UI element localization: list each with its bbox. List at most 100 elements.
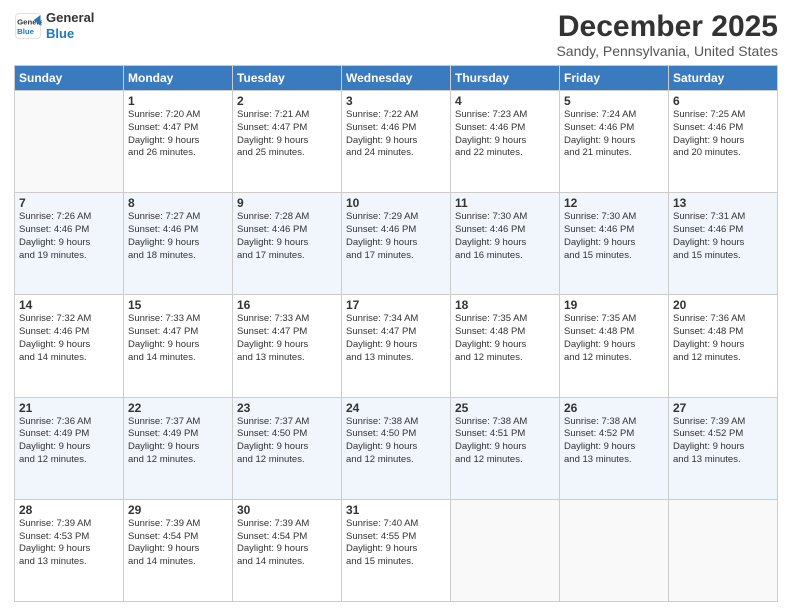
day-info: Sunrise: 7:39 AMSunset: 4:54 PMDaylight:… bbox=[237, 518, 337, 569]
day-info: Sunrise: 7:37 AMSunset: 4:50 PMDaylight:… bbox=[237, 416, 337, 467]
calendar-cell bbox=[560, 499, 669, 601]
day-number: 12 bbox=[564, 196, 664, 210]
day-number: 15 bbox=[128, 298, 228, 312]
weekday-header: Monday bbox=[124, 66, 233, 91]
day-info: Sunrise: 7:22 AMSunset: 4:46 PMDaylight:… bbox=[346, 109, 446, 160]
calendar-cell: 3Sunrise: 7:22 AMSunset: 4:46 PMDaylight… bbox=[342, 91, 451, 193]
day-info: Sunrise: 7:39 AMSunset: 4:53 PMDaylight:… bbox=[19, 518, 119, 569]
calendar-cell: 13Sunrise: 7:31 AMSunset: 4:46 PMDayligh… bbox=[669, 193, 778, 295]
day-info: Sunrise: 7:34 AMSunset: 4:47 PMDaylight:… bbox=[346, 313, 446, 364]
weekday-header: Wednesday bbox=[342, 66, 451, 91]
day-number: 31 bbox=[346, 503, 446, 517]
day-info: Sunrise: 7:35 AMSunset: 4:48 PMDaylight:… bbox=[455, 313, 555, 364]
day-info: Sunrise: 7:23 AMSunset: 4:46 PMDaylight:… bbox=[455, 109, 555, 160]
weekday-header: Thursday bbox=[451, 66, 560, 91]
day-number: 8 bbox=[128, 196, 228, 210]
day-number: 9 bbox=[237, 196, 337, 210]
calendar-week-row: 7Sunrise: 7:26 AMSunset: 4:46 PMDaylight… bbox=[15, 193, 778, 295]
calendar-week-row: 14Sunrise: 7:32 AMSunset: 4:46 PMDayligh… bbox=[15, 295, 778, 397]
day-info: Sunrise: 7:31 AMSunset: 4:46 PMDaylight:… bbox=[673, 211, 773, 262]
day-number: 1 bbox=[128, 94, 228, 108]
calendar-cell: 16Sunrise: 7:33 AMSunset: 4:47 PMDayligh… bbox=[233, 295, 342, 397]
day-info: Sunrise: 7:40 AMSunset: 4:55 PMDaylight:… bbox=[346, 518, 446, 569]
calendar-cell: 26Sunrise: 7:38 AMSunset: 4:52 PMDayligh… bbox=[560, 397, 669, 499]
day-info: Sunrise: 7:30 AMSunset: 4:46 PMDaylight:… bbox=[564, 211, 664, 262]
title-block: December 2025 Sandy, Pennsylvania, Unite… bbox=[556, 10, 778, 59]
calendar-cell: 6Sunrise: 7:25 AMSunset: 4:46 PMDaylight… bbox=[669, 91, 778, 193]
calendar-cell: 4Sunrise: 7:23 AMSunset: 4:46 PMDaylight… bbox=[451, 91, 560, 193]
day-number: 7 bbox=[19, 196, 119, 210]
calendar-cell: 5Sunrise: 7:24 AMSunset: 4:46 PMDaylight… bbox=[560, 91, 669, 193]
calendar-cell: 22Sunrise: 7:37 AMSunset: 4:49 PMDayligh… bbox=[124, 397, 233, 499]
calendar-cell: 19Sunrise: 7:35 AMSunset: 4:48 PMDayligh… bbox=[560, 295, 669, 397]
page: General Blue General Blue December 2025 … bbox=[0, 0, 792, 612]
day-info: Sunrise: 7:39 AMSunset: 4:52 PMDaylight:… bbox=[673, 416, 773, 467]
calendar-table: SundayMondayTuesdayWednesdayThursdayFrid… bbox=[14, 65, 778, 602]
calendar-cell: 23Sunrise: 7:37 AMSunset: 4:50 PMDayligh… bbox=[233, 397, 342, 499]
calendar-cell: 8Sunrise: 7:27 AMSunset: 4:46 PMDaylight… bbox=[124, 193, 233, 295]
day-number: 14 bbox=[19, 298, 119, 312]
calendar-cell: 30Sunrise: 7:39 AMSunset: 4:54 PMDayligh… bbox=[233, 499, 342, 601]
day-number: 30 bbox=[237, 503, 337, 517]
day-number: 28 bbox=[19, 503, 119, 517]
day-number: 4 bbox=[455, 94, 555, 108]
day-info: Sunrise: 7:36 AMSunset: 4:48 PMDaylight:… bbox=[673, 313, 773, 364]
day-number: 26 bbox=[564, 401, 664, 415]
day-number: 22 bbox=[128, 401, 228, 415]
day-number: 24 bbox=[346, 401, 446, 415]
logo-icon: General Blue bbox=[14, 12, 42, 40]
calendar-cell: 11Sunrise: 7:30 AMSunset: 4:46 PMDayligh… bbox=[451, 193, 560, 295]
day-info: Sunrise: 7:26 AMSunset: 4:46 PMDaylight:… bbox=[19, 211, 119, 262]
day-number: 17 bbox=[346, 298, 446, 312]
day-number: 2 bbox=[237, 94, 337, 108]
day-info: Sunrise: 7:25 AMSunset: 4:46 PMDaylight:… bbox=[673, 109, 773, 160]
calendar-cell: 1Sunrise: 7:20 AMSunset: 4:47 PMDaylight… bbox=[124, 91, 233, 193]
calendar-cell bbox=[15, 91, 124, 193]
calendar-cell: 29Sunrise: 7:39 AMSunset: 4:54 PMDayligh… bbox=[124, 499, 233, 601]
calendar-cell: 2Sunrise: 7:21 AMSunset: 4:47 PMDaylight… bbox=[233, 91, 342, 193]
day-info: Sunrise: 7:37 AMSunset: 4:49 PMDaylight:… bbox=[128, 416, 228, 467]
day-info: Sunrise: 7:33 AMSunset: 4:47 PMDaylight:… bbox=[128, 313, 228, 364]
day-info: Sunrise: 7:28 AMSunset: 4:46 PMDaylight:… bbox=[237, 211, 337, 262]
day-number: 20 bbox=[673, 298, 773, 312]
header: General Blue General Blue December 2025 … bbox=[14, 10, 778, 59]
calendar-cell: 14Sunrise: 7:32 AMSunset: 4:46 PMDayligh… bbox=[15, 295, 124, 397]
day-info: Sunrise: 7:27 AMSunset: 4:46 PMDaylight:… bbox=[128, 211, 228, 262]
calendar-cell: 31Sunrise: 7:40 AMSunset: 4:55 PMDayligh… bbox=[342, 499, 451, 601]
calendar-cell: 24Sunrise: 7:38 AMSunset: 4:50 PMDayligh… bbox=[342, 397, 451, 499]
day-info: Sunrise: 7:38 AMSunset: 4:50 PMDaylight:… bbox=[346, 416, 446, 467]
day-info: Sunrise: 7:33 AMSunset: 4:47 PMDaylight:… bbox=[237, 313, 337, 364]
calendar-cell: 27Sunrise: 7:39 AMSunset: 4:52 PMDayligh… bbox=[669, 397, 778, 499]
weekday-header: Friday bbox=[560, 66, 669, 91]
calendar-cell: 10Sunrise: 7:29 AMSunset: 4:46 PMDayligh… bbox=[342, 193, 451, 295]
day-info: Sunrise: 7:38 AMSunset: 4:52 PMDaylight:… bbox=[564, 416, 664, 467]
calendar-cell: 28Sunrise: 7:39 AMSunset: 4:53 PMDayligh… bbox=[15, 499, 124, 601]
day-info: Sunrise: 7:24 AMSunset: 4:46 PMDaylight:… bbox=[564, 109, 664, 160]
sub-title: Sandy, Pennsylvania, United States bbox=[556, 43, 778, 59]
calendar-cell bbox=[669, 499, 778, 601]
day-number: 6 bbox=[673, 94, 773, 108]
calendar-cell: 21Sunrise: 7:36 AMSunset: 4:49 PMDayligh… bbox=[15, 397, 124, 499]
day-info: Sunrise: 7:21 AMSunset: 4:47 PMDaylight:… bbox=[237, 109, 337, 160]
day-number: 25 bbox=[455, 401, 555, 415]
calendar-cell: 17Sunrise: 7:34 AMSunset: 4:47 PMDayligh… bbox=[342, 295, 451, 397]
calendar-header-row: SundayMondayTuesdayWednesdayThursdayFrid… bbox=[15, 66, 778, 91]
calendar-cell bbox=[451, 499, 560, 601]
day-number: 18 bbox=[455, 298, 555, 312]
calendar-cell: 12Sunrise: 7:30 AMSunset: 4:46 PMDayligh… bbox=[560, 193, 669, 295]
day-number: 27 bbox=[673, 401, 773, 415]
day-info: Sunrise: 7:20 AMSunset: 4:47 PMDaylight:… bbox=[128, 109, 228, 160]
day-info: Sunrise: 7:35 AMSunset: 4:48 PMDaylight:… bbox=[564, 313, 664, 364]
day-number: 29 bbox=[128, 503, 228, 517]
main-title: December 2025 bbox=[556, 10, 778, 43]
day-number: 23 bbox=[237, 401, 337, 415]
calendar-week-row: 1Sunrise: 7:20 AMSunset: 4:47 PMDaylight… bbox=[15, 91, 778, 193]
day-number: 3 bbox=[346, 94, 446, 108]
day-number: 16 bbox=[237, 298, 337, 312]
day-info: Sunrise: 7:32 AMSunset: 4:46 PMDaylight:… bbox=[19, 313, 119, 364]
day-number: 10 bbox=[346, 196, 446, 210]
calendar-cell: 9Sunrise: 7:28 AMSunset: 4:46 PMDaylight… bbox=[233, 193, 342, 295]
day-info: Sunrise: 7:29 AMSunset: 4:46 PMDaylight:… bbox=[346, 211, 446, 262]
logo-line2: Blue bbox=[46, 26, 94, 42]
day-info: Sunrise: 7:30 AMSunset: 4:46 PMDaylight:… bbox=[455, 211, 555, 262]
